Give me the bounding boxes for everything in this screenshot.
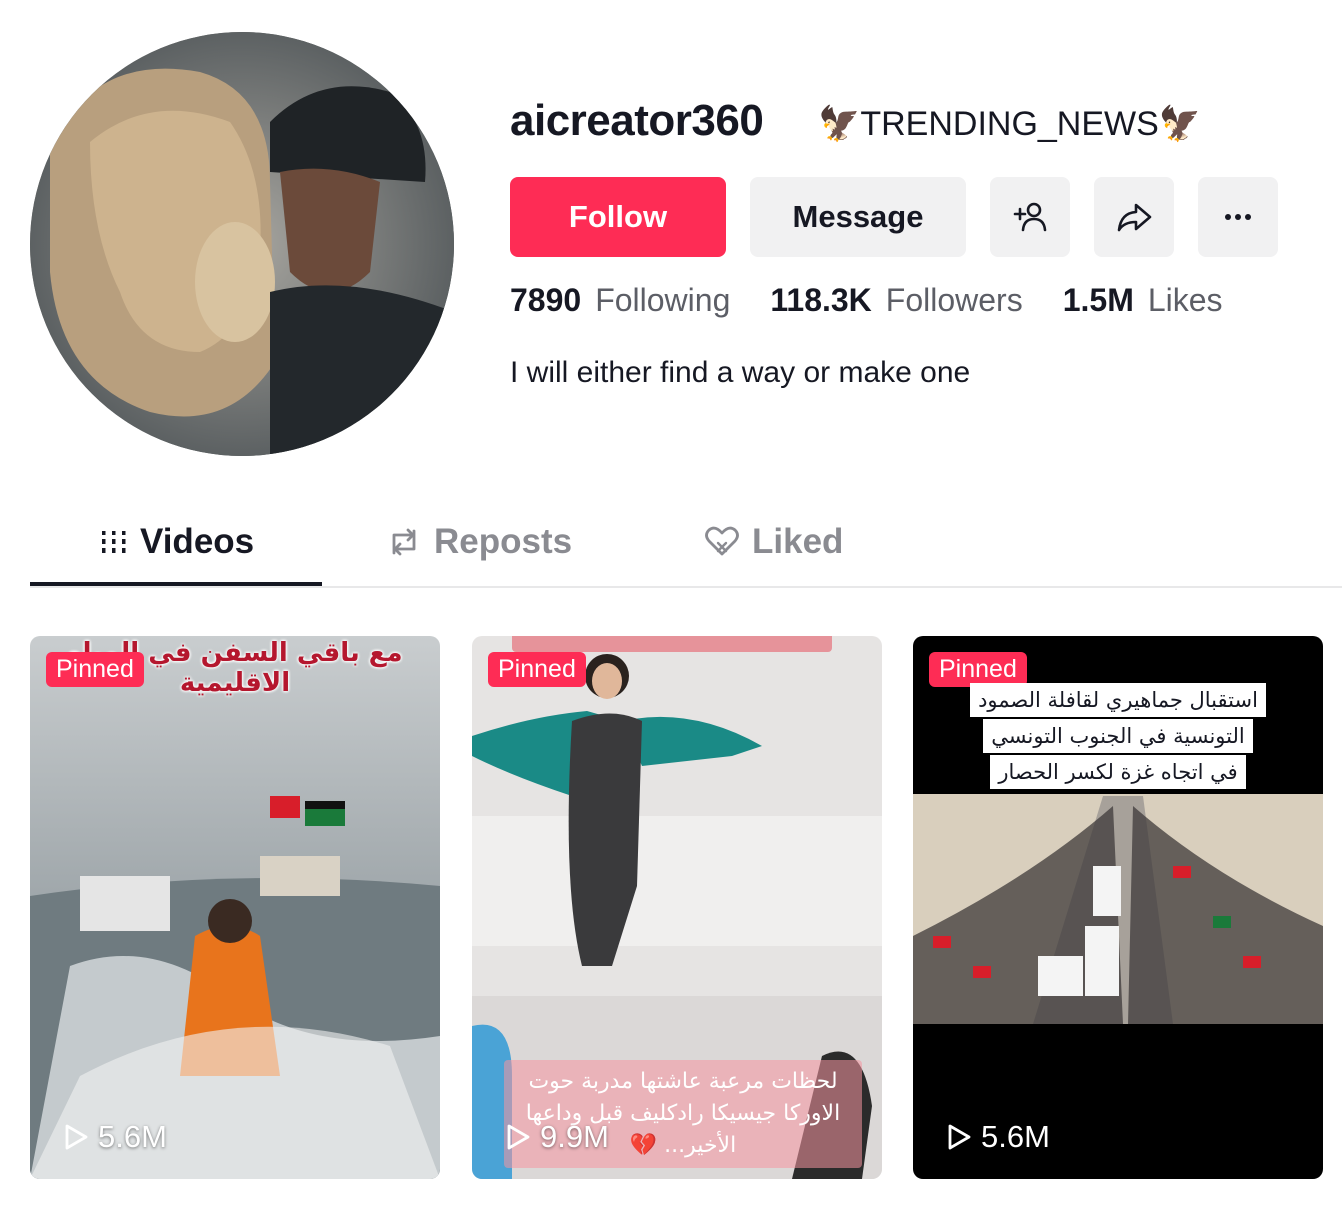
more-icon: [1225, 214, 1251, 220]
avatar[interactable]: [30, 32, 454, 456]
followers-label[interactable]: Followers: [886, 282, 1023, 319]
username: aicreator360: [510, 96, 764, 145]
play-icon: [507, 1124, 530, 1150]
share-button[interactable]: [1094, 177, 1174, 257]
following-label[interactable]: Following: [595, 282, 730, 319]
nickname: 🦅TRENDING_NEWS🦅: [818, 105, 1202, 143]
likes-label: Likes: [1147, 282, 1223, 318]
active-tab-indicator: [30, 582, 322, 586]
video-card[interactable]: مع باقي السفن في المياه الاقليمية Pinned…: [30, 636, 440, 1179]
caption-banner: [512, 636, 832, 652]
view-count-value: 9.9M: [540, 1119, 609, 1154]
followers-count: 118.3K: [770, 282, 872, 318]
view-count-value: 5.6M: [98, 1119, 167, 1154]
play-icon: [65, 1124, 88, 1150]
view-count: 5.6M: [62, 1119, 167, 1155]
video-thumbnail: [30, 636, 440, 1179]
likes-count: 1.5M: [1062, 282, 1134, 318]
pinned-badge: Pinned: [488, 652, 586, 687]
profile-stats: 7890 Following 118.3K Followers 1.5M Lik…: [510, 282, 1263, 319]
share-icon: [1117, 203, 1152, 232]
caption-line: في اتجاه غزة لكسر الحصار: [990, 755, 1246, 789]
video-caption: استقبال جماهيري لقافلة الصمود التونسية ف…: [949, 682, 1287, 790]
repost-icon: [392, 528, 416, 556]
add-friend-button[interactable]: [990, 177, 1070, 257]
grid-icon: [102, 531, 126, 553]
play-icon: [948, 1124, 971, 1150]
caption-line: التونسية في الجنوب التونسي: [983, 719, 1253, 753]
message-button[interactable]: Message: [750, 177, 966, 257]
pinned-badge: Pinned: [46, 652, 144, 687]
add-user-icon: [1013, 202, 1047, 232]
video-card[interactable]: Pinned استقبال جماهيري لقافلة الصمود الت…: [913, 636, 1323, 1179]
view-count: 9.9M: [504, 1119, 609, 1155]
following-count: 7890: [510, 282, 582, 318]
tab-videos[interactable]: Videos: [100, 520, 254, 564]
tab-reposts-label: Reposts: [434, 522, 573, 561]
heart-icon: [705, 526, 739, 556]
view-count-value: 5.6M: [981, 1119, 1050, 1154]
profile-photo: [30, 32, 454, 456]
view-count: 5.6M: [945, 1119, 1050, 1155]
tab-videos-label: Videos: [140, 522, 255, 561]
tab-liked-label: Liked: [752, 522, 844, 561]
more-button[interactable]: [1198, 177, 1278, 257]
follow-button[interactable]: Follow: [510, 177, 726, 257]
bio: I will either find a way or make one: [510, 356, 971, 389]
tab-reposts[interactable]: Reposts: [386, 520, 572, 564]
tab-liked[interactable]: Liked: [704, 520, 843, 564]
profile-tabs: Videos Reposts Liked: [30, 500, 1342, 588]
caption-line: استقبال جماهيري لقافلة الصمود: [970, 683, 1266, 717]
video-card[interactable]: Pinned لحظات مرعبة عاشتها مدربة حوت الاو…: [472, 636, 882, 1179]
